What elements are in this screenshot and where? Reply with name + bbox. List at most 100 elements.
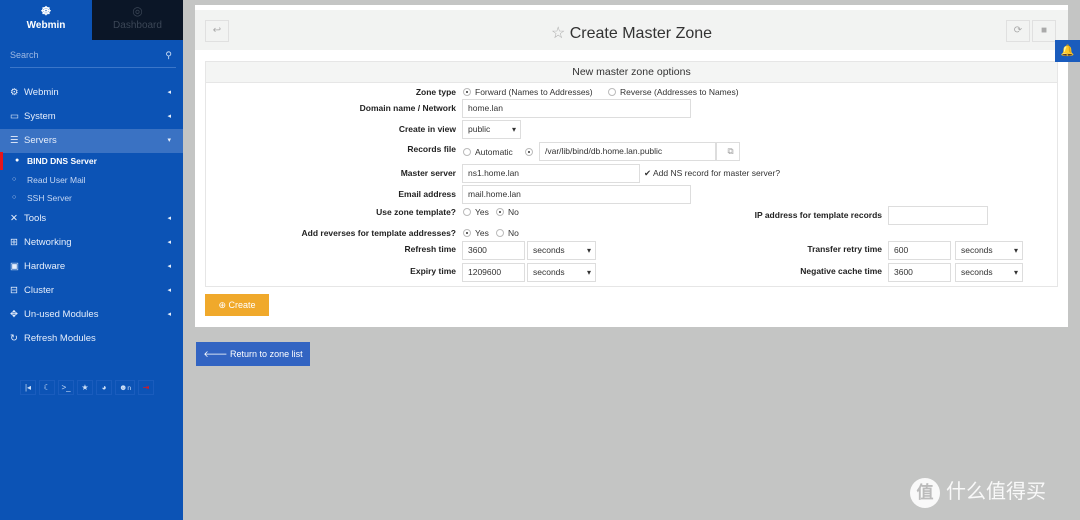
refresh-icon: ↻ — [10, 333, 18, 344]
records-file-input[interactable]: /var/lib/bind/db.home.lan.public — [539, 142, 716, 161]
sidebar-item-tools[interactable]: ✕ Tools ◂ — [0, 207, 183, 231]
dashboard-tab[interactable]: ◎ Dashboard — [92, 0, 183, 40]
palette-icon[interactable]: ◕ — [96, 380, 112, 395]
chevron-left-icon: ◂ — [167, 311, 171, 318]
dashboard-icon: ◎ — [132, 4, 143, 18]
square-button[interactable]: ■ — [1032, 20, 1056, 42]
chevron-left-icon: ◂ — [167, 89, 171, 96]
zone-type-label: Zone type — [415, 87, 456, 97]
retry-input[interactable]: 600 — [888, 241, 951, 260]
sidebar-subitem-ssh[interactable]: ○ SSH Server — [0, 189, 183, 207]
title-bar: ↩ ☆ Create Master Zone ⟳ ■ — [195, 10, 1068, 50]
expiry-unit-select[interactable]: seconds — [527, 263, 596, 282]
view-label: Create in view — [398, 124, 456, 134]
collapse-icon[interactable]: |◂ — [20, 380, 36, 395]
expiry-input[interactable]: 1209600 — [462, 263, 525, 282]
records-custom-radio[interactable] — [525, 147, 537, 157]
bullet-icon: ○ — [12, 194, 17, 201]
ip-template-input[interactable] — [888, 206, 988, 225]
sidebar-subitem-bind[interactable]: ● BIND DNS Server — [0, 152, 183, 170]
records-auto-radio[interactable]: Automatic — [463, 147, 513, 157]
chevron-left-icon: ◂ — [167, 239, 171, 246]
section-header: New master zone options — [206, 62, 1057, 83]
master-label: Master server — [400, 168, 456, 178]
laptop-icon: ▭ — [10, 111, 19, 122]
star-icon[interactable]: ★ — [77, 380, 93, 395]
add-ns-checkbox[interactable]: ✔ Add NS record for master server? — [644, 168, 780, 179]
sidebar: ☸ Webmin ◎ Dashboard Search ⚲ ⚙ Webmin ◂ ▭ Sys… — [0, 0, 183, 520]
gear-icon: ⚙ — [10, 87, 19, 98]
user-icon[interactable]: ☻n — [115, 380, 135, 395]
webmin-tab[interactable]: ☸ Webmin — [0, 0, 92, 40]
chevron-left-icon: ◂ — [167, 263, 171, 270]
reverses-no-radio[interactable]: No — [496, 228, 519, 238]
chevron-left-icon: ◂ — [167, 215, 171, 222]
retry-unit-select[interactable]: seconds — [955, 241, 1023, 260]
main-panel: ↩ ☆ Create Master Zone ⟳ ■ New master zo… — [195, 5, 1068, 327]
network-icon: ⊞ — [10, 237, 18, 248]
server-icon: ☰ — [10, 135, 19, 146]
reverses-label: Add reverses for template addresses? — [301, 228, 456, 238]
template-yes-radio[interactable]: Yes — [463, 207, 489, 217]
ip-template-label: IP address for template records — [754, 210, 882, 220]
sidebar-subitem-mail[interactable]: ○ Read User Mail — [0, 171, 183, 189]
email-label: Email address — [398, 189, 456, 199]
return-button[interactable]: 🡐 Return to zone list — [196, 342, 310, 366]
search-icon[interactable]: ⚲ — [165, 50, 172, 61]
zone-form: New master zone options Zone type Forwar… — [205, 61, 1058, 287]
logout-icon[interactable]: ⇥ — [138, 380, 154, 395]
watermark: 值什么值得买 — [910, 475, 1046, 508]
sidebar-item-servers[interactable]: ☰ Servers ▾ — [0, 129, 183, 153]
puzzle-icon: ✥ — [10, 309, 18, 320]
sidebar-item-unused[interactable]: ✥ Un-used Modules ◂ — [0, 303, 183, 327]
bullet-icon: ● — [15, 157, 20, 164]
negcache-unit-select[interactable]: seconds — [955, 263, 1023, 282]
bell-icon[interactable]: 🔔 — [1055, 40, 1080, 62]
webmin-logo-icon: ☸ — [40, 4, 52, 18]
zone-reverse-radio[interactable]: Reverse (Addresses to Names) — [608, 87, 739, 97]
expiry-label: Expiry time — [410, 266, 456, 276]
sidebar-item-networking[interactable]: ⊞ Networking ◂ — [0, 231, 183, 255]
search-input[interactable]: Search ⚲ — [10, 50, 176, 68]
chevron-left-icon: ◂ — [167, 287, 171, 294]
hdd-icon: ▣ — [10, 261, 19, 272]
refresh-unit-select[interactable]: seconds — [527, 241, 596, 260]
sidebar-item-hardware[interactable]: ▣ Hardware ◂ — [0, 255, 183, 279]
domain-label: Domain name / Network — [359, 103, 456, 113]
retry-label: Transfer retry time — [807, 244, 882, 254]
email-input[interactable]: mail.home.lan — [462, 185, 691, 204]
sidebar-toolbar: |◂ ☾ >_ ★ ◕ ☻n ⇥ — [20, 380, 154, 395]
moon-icon[interactable]: ☾ — [39, 380, 55, 395]
bullet-icon: ○ — [12, 176, 17, 183]
chevron-down-icon: ▾ — [167, 137, 171, 144]
terminal-icon[interactable]: >_ — [58, 380, 74, 395]
plus-circle-icon: ⊕ — [218, 300, 229, 310]
watermark-logo: 值 — [910, 478, 940, 508]
refresh-button[interactable]: ⟳ — [1006, 20, 1030, 42]
sidebar-item-refresh[interactable]: ↻ Refresh Modules — [0, 327, 183, 351]
wrench-icon: ✕ — [10, 213, 18, 224]
file-chooser-icon[interactable]: ⧉ — [716, 142, 740, 161]
domain-input[interactable]: home.lan — [462, 99, 691, 118]
check-icon: ✔ — [644, 168, 654, 178]
page-title: Create Master Zone — [569, 25, 713, 42]
refresh-input[interactable]: 3600 — [462, 241, 525, 260]
arrow-left-icon: 🡐 — [203, 349, 231, 359]
view-select[interactable]: public — [462, 120, 521, 139]
reverses-yes-radio[interactable]: Yes — [463, 228, 489, 238]
refresh-label: Refresh time — [404, 244, 457, 254]
negcache-label: Negative cache time — [800, 266, 882, 276]
star-icon[interactable]: ☆ — [551, 25, 565, 42]
records-label: Records file — [407, 144, 456, 154]
sidebar-item-webmin[interactable]: ⚙ Webmin ◂ — [0, 81, 183, 105]
template-no-radio[interactable]: No — [496, 207, 519, 217]
cluster-icon: ⊟ — [10, 285, 18, 296]
negcache-input[interactable]: 3600 — [888, 263, 951, 282]
create-button[interactable]: ⊕ Create — [205, 294, 269, 316]
sidebar-item-system[interactable]: ▭ System ◂ — [0, 105, 183, 129]
template-label: Use zone template? — [376, 207, 456, 217]
sidebar-item-cluster[interactable]: ⊟ Cluster ◂ — [0, 279, 183, 303]
zone-forward-radio[interactable]: Forward (Names to Addresses) — [463, 87, 593, 97]
master-input[interactable]: ns1.home.lan — [462, 164, 640, 183]
chevron-left-icon: ◂ — [167, 113, 171, 120]
